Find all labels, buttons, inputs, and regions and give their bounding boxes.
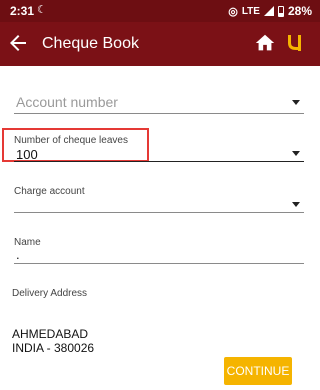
home-icon bbox=[255, 34, 275, 51]
network-type: LTE bbox=[241, 5, 260, 17]
status-time: 2:31 bbox=[10, 4, 35, 18]
name-value: . bbox=[16, 247, 20, 262]
status-right: ◎ LTE 28% bbox=[228, 4, 312, 18]
home-button[interactable] bbox=[254, 32, 276, 54]
name-field[interactable]: Name . bbox=[14, 235, 304, 265]
app-bar: Cheque Book bbox=[0, 22, 320, 66]
page-title: Cheque Book bbox=[42, 35, 139, 52]
account-number-placeholder: Account number bbox=[16, 94, 118, 110]
address-line-1: AHMEDABAD bbox=[12, 327, 89, 341]
moon-icon: ☾ bbox=[37, 4, 47, 16]
cheque-leaves-field[interactable]: Number of cheque leaves 100 bbox=[14, 133, 304, 163]
battery-percent: 28% bbox=[287, 4, 312, 18]
bank-logo-icon bbox=[288, 35, 301, 51]
status-bar: 2:31 ☾ ◎ LTE 28% bbox=[0, 0, 320, 22]
cheque-leaves-underline bbox=[14, 161, 304, 162]
delivery-address-label: Delivery Address bbox=[12, 288, 88, 299]
chevron-down-icon bbox=[292, 202, 300, 207]
battery-icon bbox=[277, 5, 284, 17]
charge-account-label: Charge account bbox=[14, 186, 85, 197]
chevron-down-icon bbox=[292, 100, 300, 105]
charge-account-underline bbox=[14, 212, 304, 213]
account-number-field[interactable]: Account number bbox=[14, 92, 304, 114]
name-underline bbox=[14, 263, 304, 264]
hotspot-icon: ◎ bbox=[228, 5, 238, 18]
continue-button[interactable]: CONTINUE bbox=[224, 357, 292, 385]
address-line-2: INDIA - 380026 bbox=[12, 341, 95, 355]
signal-icon bbox=[263, 6, 274, 16]
account-number-underline bbox=[14, 113, 304, 114]
charge-account-field[interactable]: Charge account bbox=[14, 184, 304, 214]
cheque-leaves-label: Number of cheque leaves bbox=[14, 135, 128, 146]
back-button[interactable] bbox=[6, 31, 30, 55]
delivery-address: AHMEDABAD INDIA - 380026 bbox=[12, 327, 94, 355]
bank-logo bbox=[286, 31, 306, 55]
arrow-back-icon bbox=[10, 35, 26, 51]
cheque-leaves-value: 100 bbox=[16, 147, 38, 162]
chevron-down-icon bbox=[292, 151, 300, 156]
